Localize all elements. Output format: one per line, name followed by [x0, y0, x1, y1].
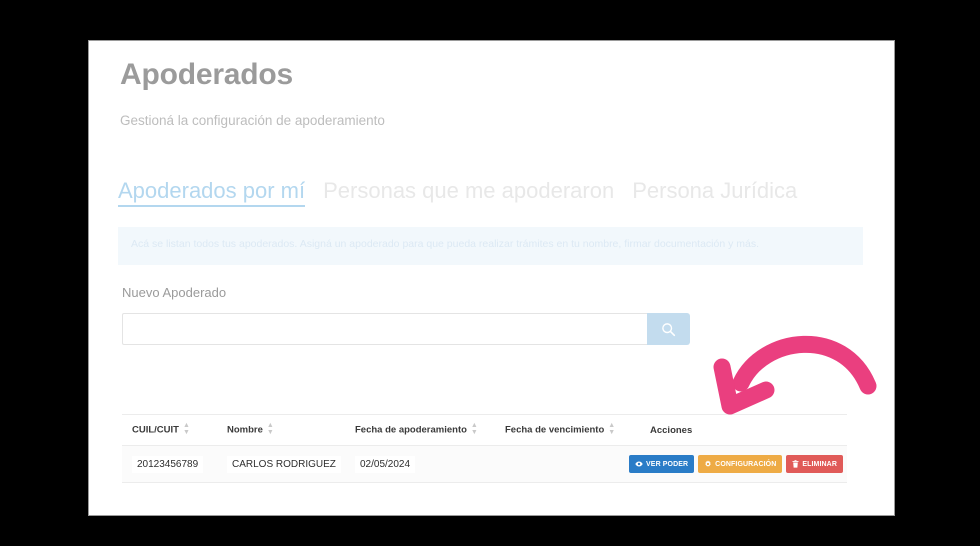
cell-value: CARLOS RODRIGUEZ — [227, 455, 341, 473]
eliminar-button[interactable]: ELIMINAR — [786, 455, 843, 473]
column-header-label: Fecha de apoderamiento — [355, 424, 467, 436]
apoderados-card: Apoderados Gestioná la configuración de … — [88, 40, 895, 516]
info-banner: Acá se listan todos tus apoderados. Asig… — [118, 227, 863, 265]
cell-fecha-apoderamiento: 02/05/2024 — [345, 445, 495, 483]
search-icon — [661, 322, 676, 337]
tab-bar: Apoderados por mí Personas que me apoder… — [118, 178, 797, 207]
tab-personas-que-me-apoderaron[interactable]: Personas que me apoderaron — [323, 178, 614, 207]
cell-fecha-vencimiento — [495, 445, 640, 483]
tab-persona-juridica[interactable]: Persona Jurídica — [632, 178, 797, 207]
search-button[interactable] — [647, 313, 690, 345]
table-header: CUIL/CUIT ▲ ▼ Nombre ▲ ▼ Fecha de apoderamie… — [122, 414, 847, 446]
eliminar-label: ELIMINAR — [802, 460, 837, 468]
cell-value: 02/05/2024 — [355, 455, 416, 473]
configuracion-label: CONFIGURACIÓN — [715, 460, 777, 468]
column-header-fecha-apoderamiento[interactable]: Fecha de apoderamiento ▲ ▼ — [345, 414, 495, 446]
column-header-label: Acciones — [650, 424, 693, 436]
ver-poder-button[interactable]: VER PODER — [629, 455, 695, 473]
apoderados-table: CUIL/CUIT ▲ ▼ Nombre ▲ ▼ Fecha de apoderamie… — [122, 414, 847, 483]
column-header-label: Fecha de vencimiento — [505, 424, 605, 436]
configuracion-button[interactable]: CONFIGURACIÓN — [698, 455, 783, 473]
column-header-label: CUIL/CUIT — [132, 424, 179, 436]
sort-indicator-icon: ▲ ▼ — [266, 422, 274, 436]
table-body: 20123456789 CARLOS RODRIGUEZ 02/05/2024 — [122, 445, 847, 483]
column-header-nombre[interactable]: Nombre ▲ ▼ — [217, 414, 345, 446]
ver-poder-label: VER PODER — [646, 460, 689, 468]
column-header-cuil-cuit[interactable]: CUIL/CUIT ▲ ▼ — [122, 414, 217, 446]
table-header-row: CUIL/CUIT ▲ ▼ Nombre ▲ ▼ Fecha de apoderamie… — [122, 414, 847, 446]
column-header-fecha-vencimiento[interactable]: Fecha de vencimiento ▲ ▼ — [495, 414, 640, 446]
search-row — [122, 313, 690, 345]
info-banner-text: Acá se listan todos tus apoderados. Asig… — [131, 238, 760, 250]
search-section-label: Nuevo Apoderado — [122, 285, 227, 300]
cell-nombre: CARLOS RODRIGUEZ — [217, 445, 345, 483]
column-header-acciones: Acciones — [640, 414, 847, 446]
table-row: 20123456789 CARLOS RODRIGUEZ 02/05/2024 — [122, 445, 847, 483]
page-subtitle: Gestioná la configuración de apoderamien… — [120, 113, 385, 128]
search-input[interactable] — [122, 313, 647, 345]
row-action-buttons: VER PODER CONFIGURACIÓN ELIMINAR — [629, 455, 847, 473]
column-header-label: Nombre — [227, 424, 263, 436]
apoderados-table-wrap: CUIL/CUIT ▲ ▼ Nombre ▲ ▼ Fecha de apoderamie… — [122, 414, 847, 483]
cell-value: 20123456789 — [132, 455, 204, 473]
gear-icon — [704, 460, 712, 468]
trash-icon — [792, 460, 799, 468]
sort-indicator-icon: ▲ ▼ — [470, 422, 478, 436]
cell-acciones: VER PODER CONFIGURACIÓN ELIMINAR — [629, 445, 847, 483]
page-title: Apoderados — [120, 58, 294, 91]
sort-indicator-icon: ▲ ▼ — [608, 422, 616, 436]
tab-apoderados-por-mi[interactable]: Apoderados por mí — [118, 178, 306, 207]
eye-icon — [635, 460, 643, 468]
sort-indicator-icon: ▲ ▼ — [182, 422, 190, 436]
cell-cuil-cuit: 20123456789 — [122, 445, 217, 483]
